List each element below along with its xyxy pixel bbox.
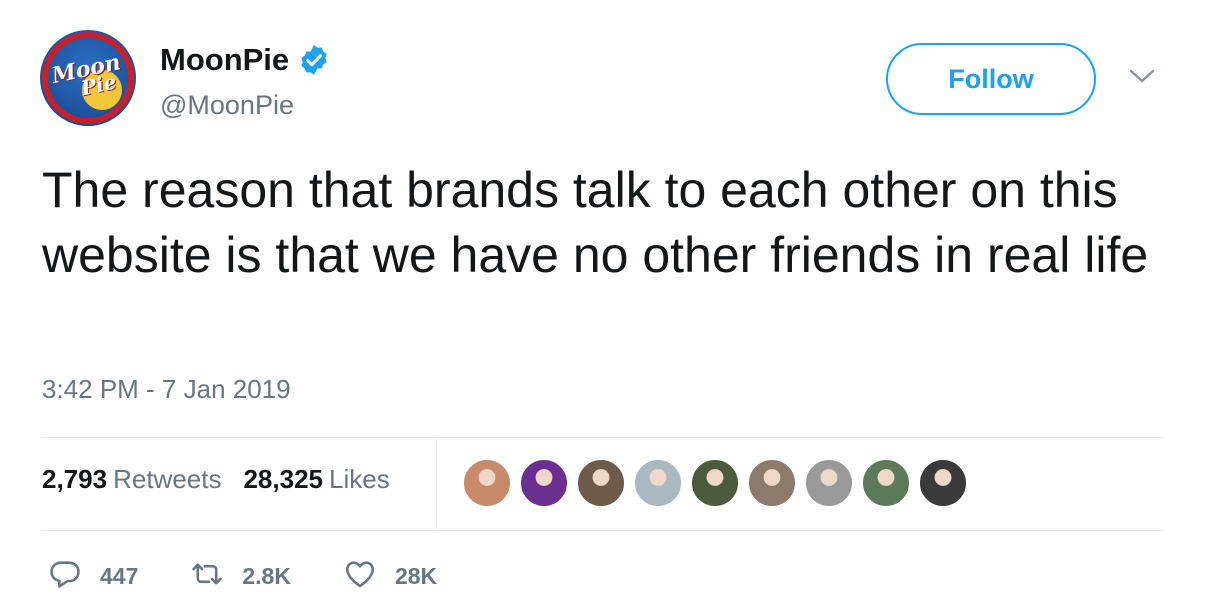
tweet-timestamp[interactable]: 3:42 PM - 7 Jan 2019 (42, 374, 291, 405)
retweet-action[interactable]: 2.8K (190, 557, 291, 596)
liker-avatar-2[interactable] (519, 458, 569, 508)
liker-avatar-9[interactable] (918, 458, 968, 508)
liker-avatars (462, 458, 975, 508)
divider (42, 530, 1164, 531)
reply-icon[interactable] (48, 557, 82, 596)
like-count: 28K (394, 563, 438, 589)
liker-avatar-1[interactable] (462, 458, 512, 508)
tweet-card: Moon Pie MoonPie @MoonPie Follow The rea… (0, 0, 1226, 608)
author-name-row: MoonPie (160, 40, 331, 80)
retweet-count: 2.8K (242, 563, 291, 589)
tweet-text: The reason that brands talk to each othe… (42, 162, 1149, 283)
author-handle[interactable]: @MoonPie (160, 90, 294, 121)
chevron-down-icon[interactable] (1128, 66, 1156, 86)
liker-avatar-7[interactable] (804, 458, 854, 508)
liker-avatar-6[interactable] (747, 458, 797, 508)
follow-button[interactable]: Follow (886, 43, 1096, 115)
liker-avatar-4[interactable] (633, 458, 683, 508)
liker-avatar-5[interactable] (690, 458, 740, 508)
author-display-name[interactable]: MoonPie (160, 42, 289, 78)
likes-label[interactable]: Likes (329, 464, 390, 495)
retweets-count[interactable]: 2,793 (42, 464, 107, 495)
retweet-icon[interactable] (190, 557, 224, 596)
reply-action[interactable]: 447 (48, 557, 138, 596)
vertical-divider (436, 438, 437, 530)
engagement-stats: 2,793 Retweets 28,325 Likes (42, 464, 390, 495)
verified-badge-icon (297, 43, 331, 77)
likes-count[interactable]: 28,325 (243, 464, 323, 495)
author-avatar[interactable]: Moon Pie (40, 30, 136, 126)
divider (42, 437, 1164, 438)
reply-count: 447 (100, 563, 139, 589)
heart-icon[interactable] (343, 557, 377, 596)
liker-avatar-8[interactable] (861, 458, 911, 508)
retweets-label[interactable]: Retweets (113, 464, 221, 495)
like-action[interactable]: 28K (343, 557, 437, 596)
tweet-actions: 447 2.8K 28K (48, 557, 489, 596)
liker-avatar-3[interactable] (576, 458, 626, 508)
